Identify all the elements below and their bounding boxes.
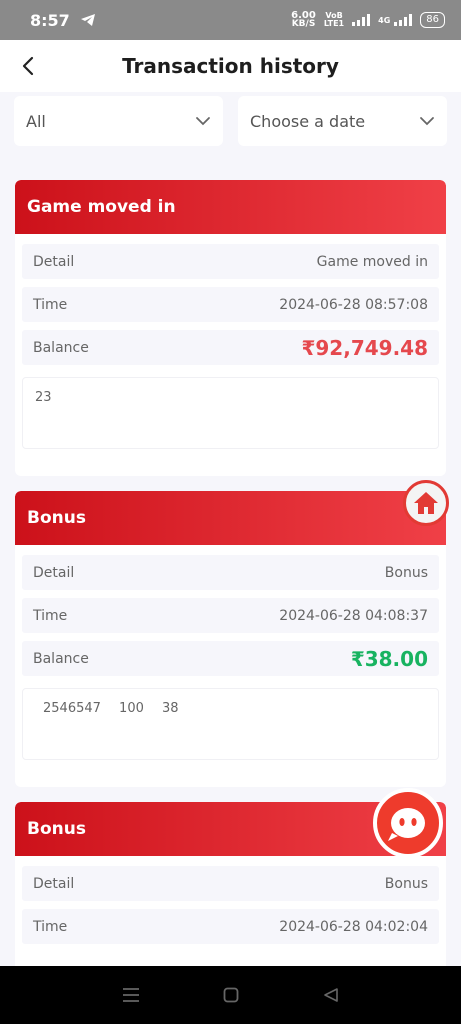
home-float-button[interactable] — [403, 480, 449, 526]
note-value: 2546547 — [43, 701, 101, 716]
volte-indicator: VoB LTE1 — [324, 12, 344, 28]
note-value: 23 — [35, 390, 52, 405]
transaction-card: Game moved in Detail Game moved in Time … — [15, 180, 446, 476]
balance-label: Balance — [33, 650, 89, 667]
detail-row: Detail Bonus — [22, 555, 439, 590]
balance-value: ₹38.00 — [350, 646, 428, 671]
chevron-down-icon — [196, 117, 210, 126]
time-value: 2024-06-28 04:08:37 — [279, 607, 428, 624]
time-label: Time — [33, 296, 68, 313]
page-header: Transaction history — [0, 40, 461, 92]
transaction-card-title: Bonus — [15, 491, 446, 545]
detail-label: Detail — [33, 253, 75, 270]
back-triangle-icon[interactable] — [323, 987, 339, 1003]
note-value: 100 — [119, 701, 144, 716]
time-row: Time 2024-06-28 04:08:37 — [22, 598, 439, 633]
date-filter-select[interactable]: Choose a date — [238, 96, 447, 146]
chat-float-button[interactable] — [373, 788, 443, 858]
note-value: 38 — [162, 701, 179, 716]
lte-label: 4G — [378, 15, 391, 25]
status-time: 8:57 — [30, 10, 70, 30]
transaction-note: 23 — [22, 377, 439, 449]
date-filter-value: Choose a date — [250, 111, 366, 131]
type-filter-value: All — [26, 111, 46, 131]
chevron-down-icon — [420, 117, 434, 126]
detail-value: Bonus — [384, 564, 428, 581]
time-label: Time — [33, 607, 68, 624]
detail-row: Detail Game moved in — [22, 244, 439, 279]
back-button[interactable] — [16, 54, 40, 78]
balance-row: Balance ₹92,749.48 — [22, 330, 439, 365]
time-row: Time 2024-06-28 04:02:04 — [22, 909, 439, 944]
status-indicators: 6.00 KB/S VoB LTE1 4G 86 — [291, 11, 445, 29]
detail-label: Detail — [33, 564, 75, 581]
time-label: Time — [33, 918, 68, 935]
type-filter-select[interactable]: All — [14, 96, 223, 146]
telegram-icon — [80, 14, 95, 26]
detail-row: Detail Bonus — [22, 866, 439, 901]
back-arrow-icon — [22, 56, 34, 76]
transaction-note: 2546547 100 38 — [22, 688, 439, 760]
transaction-card: Bonus Detail Bonus Time 2024-06-28 04:08… — [15, 491, 446, 787]
balance-value: ₹92,749.48 — [301, 335, 428, 360]
time-row: Time 2024-06-28 08:57:08 — [22, 287, 439, 322]
volte-bottom: LTE1 — [323, 19, 345, 28]
status-bar: 8:57 6.00 KB/S VoB LTE1 4G 86 — [0, 0, 461, 40]
filter-bar: All Choose a date — [14, 96, 447, 146]
detail-value: Bonus — [384, 875, 428, 892]
menu-icon[interactable] — [122, 987, 140, 1003]
battery-icon: 86 — [420, 12, 445, 28]
home-square-icon[interactable] — [223, 987, 239, 1003]
time-value: 2024-06-28 04:02:04 — [279, 918, 428, 935]
system-nav-bar — [0, 966, 461, 1024]
detail-value: Game moved in — [316, 253, 428, 270]
home-icon — [414, 492, 438, 514]
detail-label: Detail — [33, 875, 75, 892]
page-title: Transaction history — [122, 54, 339, 78]
signal-icon — [352, 14, 371, 26]
transaction-card-title: Game moved in — [15, 180, 446, 234]
signal-icon-2 — [394, 14, 413, 26]
network-speed: 6.00 KB/S — [291, 11, 316, 29]
time-value: 2024-06-28 08:57:08 — [279, 296, 428, 313]
balance-label: Balance — [33, 339, 89, 356]
network-speed-unit: KB/S — [291, 19, 316, 29]
balance-row: Balance ₹38.00 — [22, 641, 439, 676]
chat-bot-icon — [388, 808, 425, 841]
